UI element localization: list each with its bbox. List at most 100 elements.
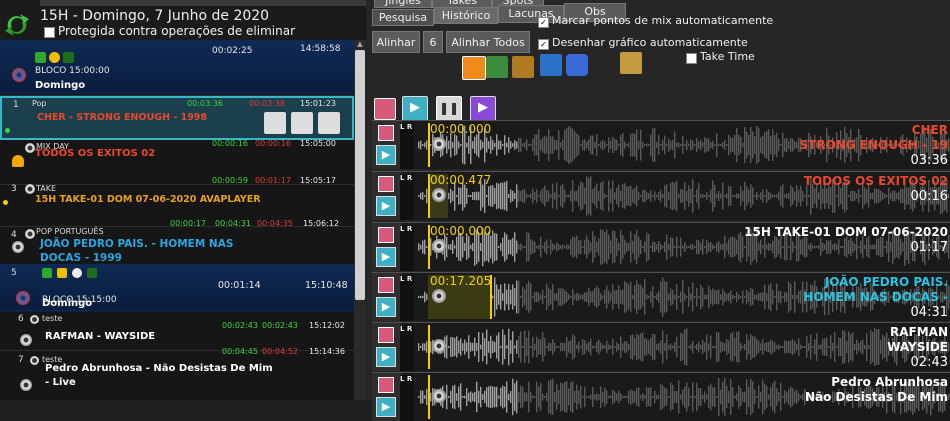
lr-channel-label: L R: [400, 123, 414, 169]
next-button[interactable]: ▶: [470, 96, 496, 122]
auto-graph-checkbox[interactable]: ✓: [538, 39, 549, 50]
track-duration: 00:16: [910, 189, 948, 204]
playlist-header: 15H - Domingo, 7 Junho de 2020 Protegida…: [0, 0, 366, 40]
row-start-time: 15:14:36: [309, 347, 345, 356]
track-play-button[interactable]: ▶: [376, 247, 396, 267]
scroll-thumb[interactable]: [355, 50, 365, 300]
track-title-line1: CHER: [911, 123, 948, 137]
track-title-line1: Pedro Abrunhosa: [831, 375, 948, 389]
track-stop-button[interactable]: [378, 277, 394, 293]
waveform-track[interactable]: ▶ L R 00:17.205 JOÃO PEDRO PAIS. HOMEM NAS D…: [372, 272, 950, 321]
align-all-button[interactable]: Alinhar Todos: [446, 31, 530, 53]
lr-channel-label: L R: [400, 225, 414, 271]
align-button[interactable]: Alinhar: [372, 31, 420, 53]
tab-historico[interactable]: Histórico: [434, 7, 498, 24]
swap-arrows-icon[interactable]: [291, 112, 313, 134]
refresh-icon[interactable]: [2, 10, 32, 40]
row-intro-time: 00:00:16: [212, 139, 248, 148]
track-title-line1: TODOS OS EXITOS 02: [803, 174, 948, 188]
track-stop-button[interactable]: [378, 125, 394, 141]
take-time-checkbox[interactable]: [686, 53, 697, 64]
mix-marker[interactable]: [428, 375, 430, 419]
track-play-button[interactable]: ▶: [376, 347, 396, 367]
row-start-time: 15:12:02: [309, 321, 345, 330]
add-circle-icon[interactable]: [264, 112, 286, 134]
bell-icon: [432, 188, 446, 202]
lr-channel-label: L R: [400, 325, 414, 371]
refresh-blue-icon[interactable]: [566, 54, 588, 76]
dropdown-orange-icon[interactable]: [462, 56, 486, 80]
track-duration: 02:43: [910, 355, 948, 370]
row-length-time: 00:03:38: [249, 99, 285, 108]
auto-graph-label: Desenhar gráfico automaticamente: [552, 36, 748, 49]
status-dot: [3, 200, 8, 205]
row-total-time: 00:04:35: [257, 219, 293, 228]
block-row[interactable]: 00:02:25 14:58:58 BLOCO 15:00:00 Domingo: [0, 40, 354, 96]
track-duration: 04:31: [910, 305, 948, 320]
monitor-icon[interactable]: [540, 54, 562, 76]
playlist-scrollbar[interactable]: ▲: [354, 40, 366, 400]
checkmark-icon: [87, 268, 97, 278]
row-number: 6: [18, 314, 24, 324]
track-time: 00:00.000: [430, 224, 492, 238]
auto-mix-checkbox[interactable]: ✓: [538, 17, 549, 28]
cd-icon: [20, 334, 32, 346]
checkmark-icon: [63, 52, 74, 63]
scroll-up-icon[interactable]: ▲: [355, 40, 365, 49]
track-controls: ▶: [372, 323, 402, 371]
mix-marker[interactable]: [428, 325, 430, 369]
waveform-track[interactable]: ▶ L R 00:00.477 TODOS OS EXITOS 02 00:16: [372, 171, 950, 220]
track-play-button[interactable]: ▶: [376, 145, 396, 165]
track-stop-button[interactable]: [378, 227, 394, 243]
stamp-icon[interactable]: [620, 52, 642, 74]
row-start-time: 15:05:00: [300, 139, 336, 148]
add-icon[interactable]: [35, 52, 46, 63]
track-stop-button[interactable]: [378, 176, 394, 192]
pause-button[interactable]: ❚❚: [436, 96, 462, 122]
block-disc-icon: [12, 68, 26, 82]
tab-jingles[interactable]: Jingles: [374, 0, 432, 8]
track-stop-button[interactable]: [378, 377, 394, 393]
track-duration: 01:17: [910, 240, 948, 255]
playlist-row-7[interactable]: 7 teste 00:04:45 00:04:52 15:14:36 Pedro…: [0, 347, 354, 400]
protect-checkbox[interactable]: [44, 27, 55, 38]
waveform-track[interactable]: ▶ L R Pedro Abrunhosa Não Desistas De Mim: [372, 372, 950, 421]
track-play-button[interactable]: ▶: [376, 196, 396, 216]
waveform-track[interactable]: ▶ L R 00:00.000 15H TAKE-01 DOM 07-06-2020 0…: [372, 222, 950, 271]
block-subtitle: Domingo: [42, 298, 93, 309]
waveform-track[interactable]: ▶ L R 00:00.000 CHER STRONG ENOUGH - 19 03:36: [372, 120, 950, 169]
cd-icon: [432, 239, 446, 253]
cd-icon: [432, 389, 446, 403]
row-disc-icon: [30, 356, 39, 365]
track-controls: ▶: [372, 121, 402, 169]
playlist-row-6[interactable]: Domingo 6 teste 00:02:43 00:02:43 15:12:…: [0, 298, 354, 351]
waveform-graphic[interactable]: [418, 325, 950, 369]
row-number: 5: [11, 268, 17, 278]
row-disc-icon: [30, 315, 39, 324]
playlist-row-1[interactable]: 1 Pop CHER - STRONG ENOUGH - 1998 00:03:…: [0, 96, 354, 140]
add-icon[interactable]: [42, 268, 52, 278]
track-info: JOÃO PEDRO PAIS. HOMEM NAS DOCAS -04:31: [803, 275, 948, 320]
track-play-button[interactable]: ▶: [376, 397, 396, 417]
play-button[interactable]: ▶: [402, 96, 428, 122]
mix-lines-icon[interactable]: [486, 56, 508, 78]
track-play-button[interactable]: ▶: [376, 297, 396, 317]
waveform-track[interactable]: ▶ L R RAFMAN WAYSIDE 02:43: [372, 322, 950, 371]
track-stop-button[interactable]: [378, 327, 394, 343]
block-disc-icon: [16, 291, 30, 305]
block-subtitle: Domingo: [35, 80, 86, 91]
row-category: POP PORTUGUÊS: [36, 227, 104, 236]
tab-pesquisa[interactable]: Pesquisa: [372, 9, 434, 26]
track-controls: ▶: [372, 223, 402, 271]
bell-icon: [12, 155, 24, 167]
row-disc-icon: [25, 184, 35, 194]
waveform-icon[interactable]: [512, 56, 534, 78]
row-category: TAKE: [36, 184, 57, 193]
track-title-line1: JOÃO PEDRO PAIS.: [824, 275, 948, 289]
trash-icon[interactable]: [318, 112, 340, 134]
row-intro-time: 00:02:43: [222, 321, 258, 330]
track-controls: ▶: [372, 373, 402, 421]
row-title: 15H TAKE-01 DOM 07-06-2020 AVAPLAYER: [35, 194, 261, 205]
stop-button[interactable]: [374, 98, 396, 120]
status-dot: [5, 128, 10, 133]
